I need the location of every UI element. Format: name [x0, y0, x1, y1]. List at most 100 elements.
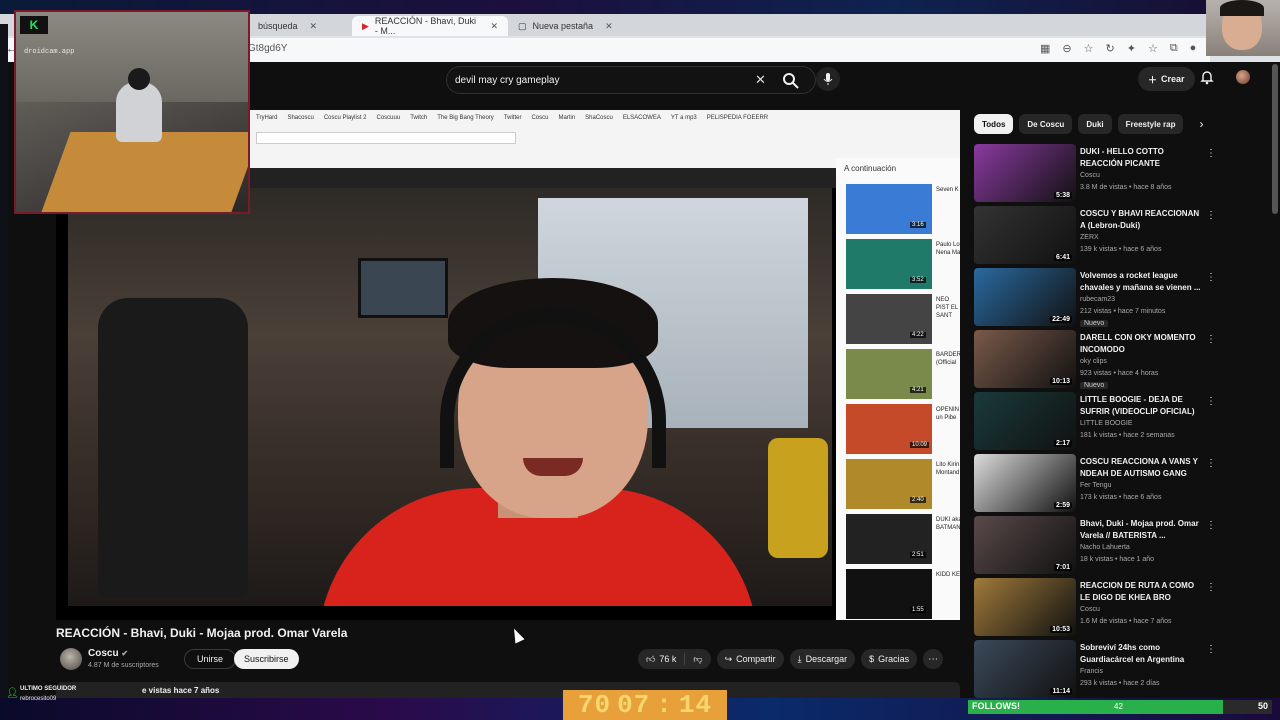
profile-icon[interactable]: ● — [1190, 42, 1197, 55]
scrollbar[interactable] — [1272, 64, 1278, 214]
tab-search[interactable]: búsqueda ✕ — [248, 16, 352, 36]
chip-2[interactable]: Duki — [1078, 114, 1112, 134]
related-video-item[interactable]: 6:41 COSCU Y BHAVI REACCIONAN A (Lebron-D… — [974, 206, 1264, 268]
bookmark-item[interactable]: Shacoscu — [287, 115, 313, 121]
related-thumbnail[interactable]: 7:01 — [974, 516, 1076, 574]
related-video-item[interactable]: 5:38 DUKI - HELLO COTTO REACCIÓN PICANTE C… — [974, 144, 1264, 206]
up-next-title[interactable]: Seven K — [936, 186, 960, 216]
related-channel[interactable]: oky clips — [1080, 358, 1107, 365]
related-video-item[interactable]: 2:17 LITTLE BOOGIE - DEJA DE SUFRIR (VIDE… — [974, 392, 1264, 454]
related-title[interactable]: Volvemos a rocket league chavales y maña… — [1080, 270, 1206, 294]
related-thumbnail[interactable]: 22:49 — [974, 268, 1076, 326]
related-channel[interactable]: Francis — [1080, 668, 1103, 675]
bookmark-item[interactable]: Twitter — [504, 115, 522, 121]
related-title[interactable]: REACCION DE RUTA A COMO LE DIGO DE KHEA … — [1080, 580, 1206, 604]
up-next-item[interactable]: 2:40 Lito Kirin Montand — [846, 459, 960, 513]
refresh-icon[interactable]: ↻ — [1106, 42, 1115, 55]
up-next-title[interactable]: Paulo Lo Nena Ma — [936, 241, 960, 271]
chip-3[interactable]: Freestyle rap — [1117, 114, 1184, 134]
up-next-title[interactable]: Lito Kirin Montand — [936, 461, 960, 491]
related-channel[interactable]: Fer Tengu — [1080, 482, 1111, 489]
chevron-right-icon[interactable]: › — [1199, 117, 1203, 131]
related-thumbnail[interactable]: 6:41 — [974, 206, 1076, 264]
chip-0[interactable]: Todos — [974, 114, 1014, 134]
bell-icon[interactable] — [1200, 69, 1214, 85]
related-video-item[interactable]: 11:14 Sobreviví 24hs como Guardiacárcel e… — [974, 640, 1264, 698]
thanks-button[interactable]: $ Gracias — [861, 649, 918, 669]
subscribe-button[interactable]: Suscribirse — [234, 649, 299, 669]
channel-avatar[interactable] — [60, 648, 82, 670]
bookmark-item[interactable]: Martin — [558, 115, 575, 121]
close-icon[interactable]: ✕ — [310, 21, 318, 32]
related-thumbnail[interactable]: 10:13 — [974, 330, 1076, 388]
collections-icon[interactable]: ⧉ — [1170, 42, 1178, 55]
microphone-button[interactable] — [816, 67, 840, 91]
share-button[interactable]: ↪ Compartir — [716, 649, 784, 669]
related-video-item[interactable]: 22:49 Volvemos a rocket league chavales y… — [974, 268, 1264, 330]
related-title[interactable]: COSCU REACCIONA A VANS Y NDEAH DE AUTISM… — [1080, 456, 1206, 480]
related-channel[interactable]: LITTLE BOOGIE — [1080, 420, 1133, 427]
search-icon[interactable] — [781, 71, 801, 91]
bookmark-item[interactable]: ShaCoscu — [585, 115, 613, 121]
close-icon[interactable]: ✕ — [605, 21, 613, 32]
user-avatar[interactable] — [1236, 70, 1250, 84]
bookmark-item[interactable]: YT a mp3 — [671, 115, 697, 121]
bookmark-item[interactable]: The Big Bang Theory — [437, 115, 494, 121]
more-vert-icon[interactable]: ⋮ — [1206, 644, 1216, 655]
bookmark-item[interactable]: Coscu Playlist 2 — [324, 115, 367, 121]
related-title[interactable]: LITTLE BOOGIE - DEJA DE SUFRIR (VIDEOCLI… — [1080, 394, 1206, 418]
bookmark-item[interactable]: Coscu — [531, 115, 548, 121]
related-title[interactable]: Sobreviví 24hs como Guardiacárcel en Arg… — [1080, 642, 1206, 666]
related-title[interactable]: DUKI - HELLO COTTO REACCIÓN PICANTE — [1080, 146, 1206, 170]
related-video-item[interactable]: 10:13 DARELL CON OKY MOMENTO INCOMODO oky … — [974, 330, 1264, 392]
bookmark-item[interactable]: TryHard — [256, 115, 277, 121]
bookmark-item[interactable]: PELISPEDIA FOEERR — [707, 115, 768, 121]
up-next-item[interactable]: 1:55 KIDD KE — [846, 569, 960, 620]
up-next-item[interactable]: 3:52 Paulo Lo Nena Ma — [846, 239, 960, 293]
related-channel[interactable]: rubecam23 — [1080, 296, 1115, 303]
related-video-item[interactable]: 2:59 COSCU REACCIONA A VANS Y NDEAH DE AU… — [974, 454, 1264, 516]
more-vert-icon[interactable]: ⋮ — [1206, 210, 1216, 221]
related-channel[interactable]: Coscu — [1080, 606, 1100, 613]
related-channel[interactable]: Nacho Lahuerta — [1080, 544, 1130, 551]
more-vert-icon[interactable]: ⋮ — [1206, 458, 1216, 469]
close-icon[interactable]: ✕ — [490, 21, 498, 32]
related-title[interactable]: Bhavi, Duki - Mojaa prod. Omar Varela //… — [1080, 518, 1206, 542]
more-vert-icon[interactable]: ⋮ — [1206, 334, 1216, 345]
dislike-button[interactable]: 👎︎ — [685, 649, 710, 669]
related-title[interactable]: DARELL CON OKY MOMENTO INCOMODO — [1080, 332, 1206, 356]
up-next-title[interactable]: BARDER (Official — [936, 351, 960, 381]
related-thumbnail[interactable]: 5:38 — [974, 144, 1076, 202]
extension-icon[interactable]: ✦ — [1127, 42, 1136, 55]
tab-video[interactable]: ▶ REACCIÓN - Bhavi, Duki - M... ✕ — [352, 16, 508, 36]
up-next-item[interactable]: 10:09 OPENIN un Pibe — [846, 404, 960, 458]
more-vert-icon[interactable]: ⋮ — [1206, 582, 1216, 593]
up-next-title[interactable]: OPENIN un Pibe — [936, 406, 960, 436]
more-vert-icon[interactable]: ⋮ — [1206, 396, 1216, 407]
apps-icon[interactable]: ▦ — [1040, 42, 1050, 55]
clear-icon[interactable]: ✕ — [755, 72, 766, 88]
like-button[interactable]: 👍︎ 76 k — [638, 649, 684, 669]
up-next-title[interactable]: NEO PIST EL SANT — [936, 296, 960, 326]
up-next-item[interactable]: 4:21 BARDER (Official — [846, 349, 960, 403]
more-options-icon[interactable]: ⋯ — [923, 649, 944, 669]
more-vert-icon[interactable]: ⋮ — [1206, 520, 1216, 531]
star-icon[interactable]: ☆ — [1084, 42, 1094, 55]
more-vert-icon[interactable]: ⋮ — [1206, 272, 1216, 283]
related-thumbnail[interactable]: 2:17 — [974, 392, 1076, 450]
related-thumbnail[interactable]: 2:59 — [974, 454, 1076, 512]
up-next-item[interactable]: 3:16 Seven K — [846, 184, 960, 238]
favorites-icon[interactable]: ☆ — [1148, 42, 1158, 55]
create-button[interactable]: ＋ Crear — [1138, 67, 1195, 91]
download-button[interactable]: ⤓ Descargar — [789, 649, 856, 669]
related-video-item[interactable]: 7:01 Bhavi, Duki - Mojaa prod. Omar Varel… — [974, 516, 1264, 578]
description-box[interactable]: e vistas hace 7 años — [56, 682, 960, 698]
url-text[interactable]: Gt8gd6Y — [248, 43, 287, 54]
more-vert-icon[interactable]: ⋮ — [1206, 148, 1216, 159]
related-channel[interactable]: Coscu — [1080, 172, 1100, 179]
related-channel[interactable]: ZERX — [1080, 234, 1099, 241]
related-video-item[interactable]: 10:53 REACCION DE RUTA A COMO LE DIGO DE … — [974, 578, 1264, 640]
bookmark-item[interactable]: Coscuuu — [377, 115, 401, 121]
chip-1[interactable]: De Coscu — [1019, 114, 1073, 134]
join-button[interactable]: Unirse — [184, 649, 237, 669]
